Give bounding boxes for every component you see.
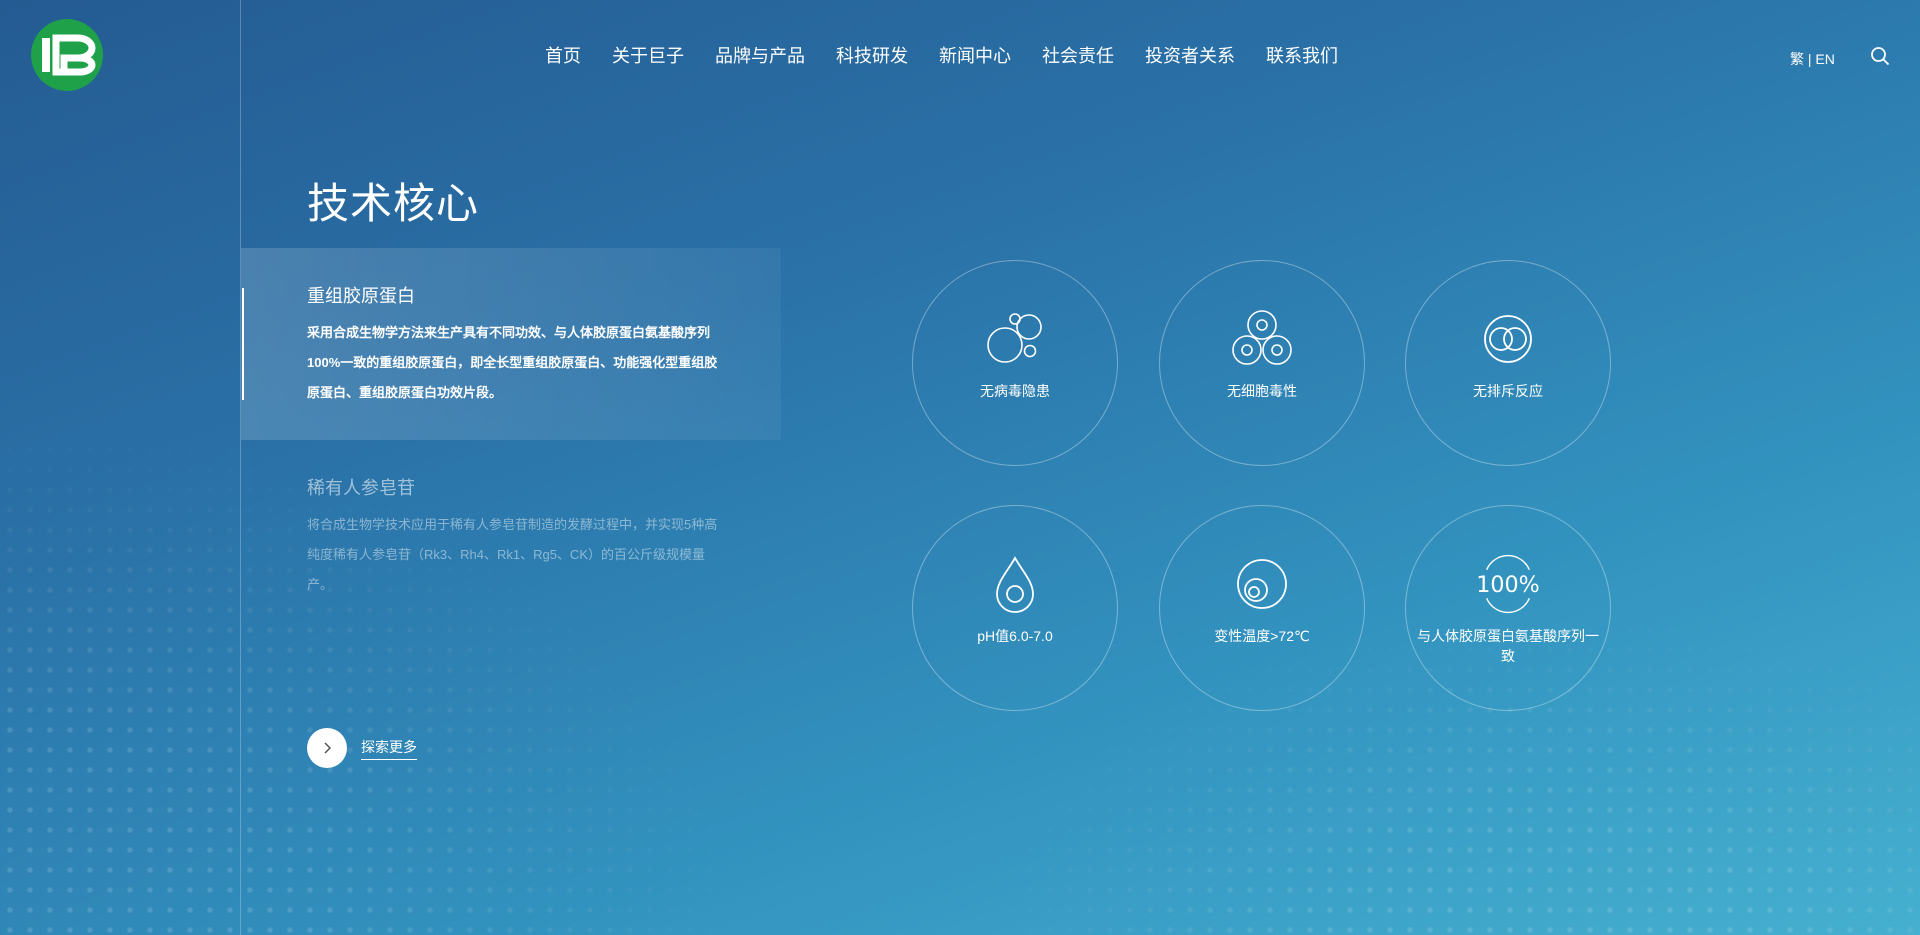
tech-item-collagen[interactable]: 重组胶原蛋白 采用合成生物学方法来生产具有不同功效、与人体胶原蛋白氨基酸序列10… xyxy=(307,282,727,408)
logo-icon xyxy=(31,19,103,91)
tech-item-desc: 采用合成生物学方法来生产具有不同功效、与人体胶原蛋白氨基酸序列100%一致的重组… xyxy=(307,325,718,400)
nav-home[interactable]: 首页 xyxy=(545,42,581,68)
cells-icon xyxy=(1230,309,1294,369)
active-item-indicator xyxy=(242,288,244,400)
tech-item-desc: 将合成生物学技术应用于稀有人参皂苷制造的发酵过程中，并实现5种高纯度稀有人参皂苷… xyxy=(307,517,718,592)
feature-label: 变性温度>72℃ xyxy=(1214,628,1310,644)
explore-more-label: 探索更多 xyxy=(361,737,417,760)
feature-denaturation-temp: 变性温度>72℃ xyxy=(1159,505,1365,711)
percent-icon: 100% xyxy=(1476,554,1540,614)
explore-more-button[interactable]: 探索更多 xyxy=(307,728,417,768)
tech-item-title: 重组胶原蛋白 xyxy=(307,286,415,306)
page-title: 技术核心 xyxy=(307,180,480,227)
feature-no-cytotoxicity: 无细胞毒性 xyxy=(1159,260,1365,466)
main-nav: 首页 关于巨子 品牌与产品 科技研发 新闻中心 社会责任 投资者关系 联系我们 xyxy=(545,42,1338,68)
feature-label: 无病毒隐患 xyxy=(980,383,1050,399)
explore-more-circle xyxy=(307,728,347,768)
search-icon[interactable] xyxy=(1870,46,1890,66)
bubbles-icon xyxy=(983,309,1047,369)
feature-ph-value: pH值6.0-7.0 xyxy=(912,505,1118,711)
nav-news[interactable]: 新闻中心 xyxy=(939,42,1011,68)
feature-no-virus: 无病毒隐患 xyxy=(912,260,1118,466)
percent-badge-text: 100% xyxy=(1476,572,1540,598)
lang-traditional[interactable]: 繁 xyxy=(1790,51,1804,67)
language-switcher: 繁 | EN xyxy=(1790,49,1835,69)
feature-label: pH值6.0-7.0 xyxy=(977,628,1053,644)
nav-social-responsibility[interactable]: 社会责任 xyxy=(1042,42,1114,68)
lang-english[interactable]: EN xyxy=(1815,51,1834,67)
nav-research[interactable]: 科技研发 xyxy=(836,42,908,68)
sidebar-divider xyxy=(240,0,241,935)
chevron-right-icon xyxy=(324,742,332,754)
rings-icon xyxy=(1476,309,1540,369)
feature-no-rejection: 无排斥反应 xyxy=(1405,260,1611,466)
tech-item-title: 稀有人参皂苷 xyxy=(307,478,415,498)
feature-label: 与人体胶原蛋白氨基酸序列一致 xyxy=(1417,628,1599,664)
logo[interactable] xyxy=(30,18,104,92)
feature-same-sequence: 100% 与人体胶原蛋白氨基酸序列一致 xyxy=(1405,505,1611,711)
temperature-icon xyxy=(1230,554,1294,614)
nav-contact[interactable]: 联系我们 xyxy=(1266,42,1338,68)
droplet-icon xyxy=(983,554,1047,614)
nav-about[interactable]: 关于巨子 xyxy=(612,42,684,68)
feature-label: 无排斥反应 xyxy=(1473,383,1543,399)
lang-separator: | xyxy=(1807,51,1812,67)
feature-label: 无细胞毒性 xyxy=(1227,383,1297,399)
tech-item-ginsenoside[interactable]: 稀有人参皂苷 将合成生物学技术应用于稀有人参皂苷制造的发酵过程中，并实现5种高纯… xyxy=(307,474,727,600)
nav-brands-products[interactable]: 品牌与产品 xyxy=(715,42,805,68)
nav-investor-relations[interactable]: 投资者关系 xyxy=(1145,42,1235,68)
